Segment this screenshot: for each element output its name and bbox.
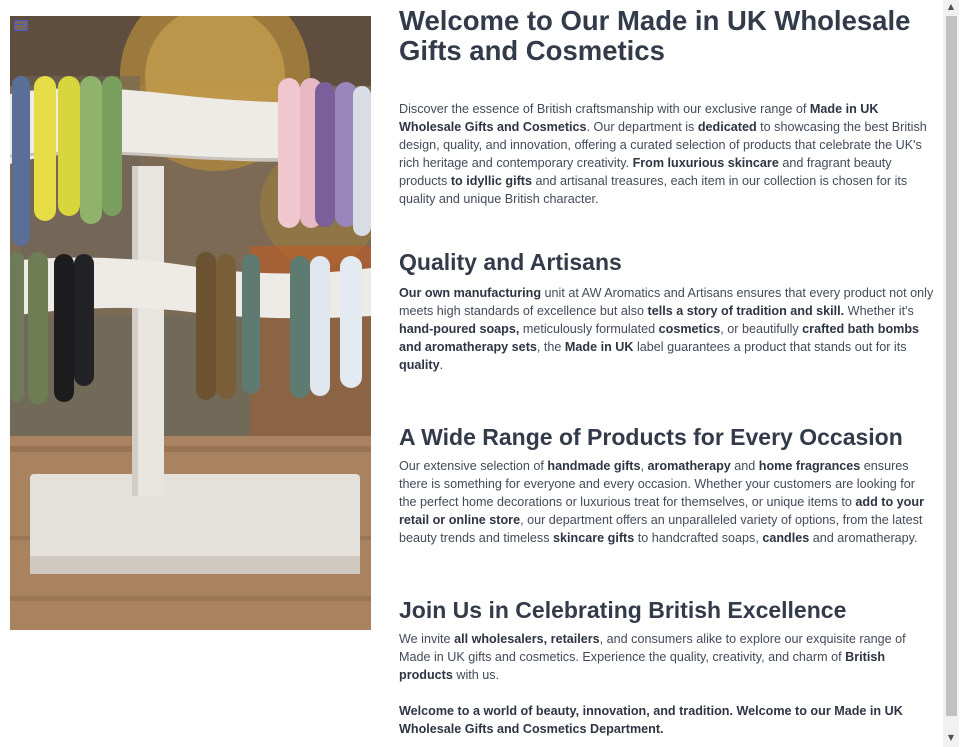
- product-image: [10, 16, 371, 630]
- scroll-up-icon[interactable]: ▲: [943, 0, 959, 14]
- scroll-down-icon[interactable]: ▼: [943, 731, 959, 745]
- closing-statement: Welcome to a world of beauty, innovation…: [399, 704, 903, 736]
- range-paragraph: Our extensive selection of handmade gift…: [399, 459, 924, 545]
- scrollbar-thumb[interactable]: [946, 16, 957, 716]
- section-heading-join: Join Us in Celebrating British Excellenc…: [399, 597, 847, 623]
- quality-paragraph: Our own manufacturing unit at AW Aromati…: [399, 286, 934, 372]
- image-badge-icon: [14, 20, 28, 31]
- section-heading-quality: Quality and Artisans: [399, 249, 622, 275]
- main-content: Welcome to Our Made in UK Wholesale Gift…: [399, 6, 935, 738]
- section-heading-range: A Wide Range of Products for Every Occas…: [399, 424, 903, 450]
- page-title: Welcome to Our Made in UK Wholesale Gift…: [399, 5, 911, 66]
- bracelet-display-illustration: [10, 16, 371, 630]
- intro-paragraph: Discover the essence of British craftsma…: [399, 102, 927, 206]
- join-paragraph: We invite all wholesalers, retailers, an…: [399, 632, 906, 682]
